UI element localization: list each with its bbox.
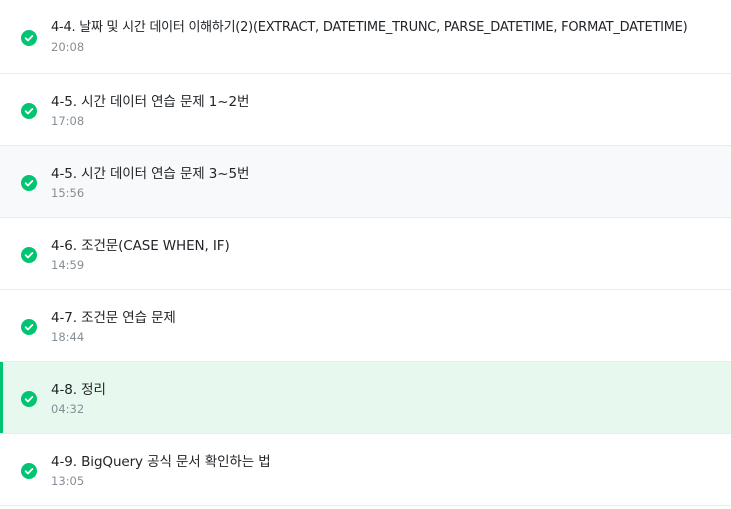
lecture-item-4-6[interactable]: 4-6. 조건문(CASE WHEN, IF) 14:59 bbox=[0, 218, 731, 290]
lecture-item-4-4[interactable]: 4-4. 날짜 및 시간 데이터 이해하기(2)(EXTRACT, DATETI… bbox=[0, 0, 731, 74]
check-circle-icon bbox=[21, 319, 37, 335]
lecture-duration: 14:59 bbox=[51, 258, 85, 272]
check-circle-icon bbox=[21, 103, 37, 119]
lecture-title: 4-8. 정리 bbox=[51, 382, 106, 398]
check-circle-icon bbox=[21, 30, 37, 46]
check-circle-icon bbox=[21, 247, 37, 263]
lecture-duration: 18:44 bbox=[51, 330, 85, 344]
check-circle-icon bbox=[21, 175, 37, 191]
check-circle-icon bbox=[21, 463, 37, 479]
check-circle-icon bbox=[21, 391, 37, 407]
lecture-duration: 17:08 bbox=[51, 114, 85, 128]
lecture-title: 4-5. 시간 데이터 연습 문제 1~2번 bbox=[51, 94, 250, 110]
lecture-item-4-8-current[interactable]: 4-8. 정리 04:32 bbox=[0, 362, 731, 434]
lecture-title: 4-6. 조건문(CASE WHEN, IF) bbox=[51, 238, 230, 254]
lecture-item-4-7[interactable]: 4-7. 조건문 연습 문제 18:44 bbox=[0, 290, 731, 362]
lecture-duration: 20:08 bbox=[51, 40, 85, 54]
lecture-duration: 13:05 bbox=[51, 474, 85, 488]
lecture-item-4-9[interactable]: 4-9. BigQuery 공식 문서 확인하는 법 13:05 bbox=[0, 434, 731, 506]
lecture-duration: 04:32 bbox=[51, 402, 85, 416]
lecture-title: 4-5. 시간 데이터 연습 문제 3~5번 bbox=[51, 166, 250, 182]
lecture-title: 4-7. 조건문 연습 문제 bbox=[51, 310, 176, 326]
lecture-duration: 15:56 bbox=[51, 186, 85, 200]
lecture-item-4-5-a[interactable]: 4-5. 시간 데이터 연습 문제 1~2번 17:08 bbox=[0, 74, 731, 146]
lecture-list: 4-4. 날짜 및 시간 데이터 이해하기(2)(EXTRACT, DATETI… bbox=[0, 0, 731, 509]
lecture-title: 4-9. BigQuery 공식 문서 확인하는 법 bbox=[51, 454, 271, 470]
lecture-title: 4-4. 날짜 및 시간 데이터 이해하기(2)(EXTRACT, DATETI… bbox=[51, 20, 688, 35]
lecture-item-4-5-b[interactable]: 4-5. 시간 데이터 연습 문제 3~5번 15:56 bbox=[0, 146, 731, 218]
